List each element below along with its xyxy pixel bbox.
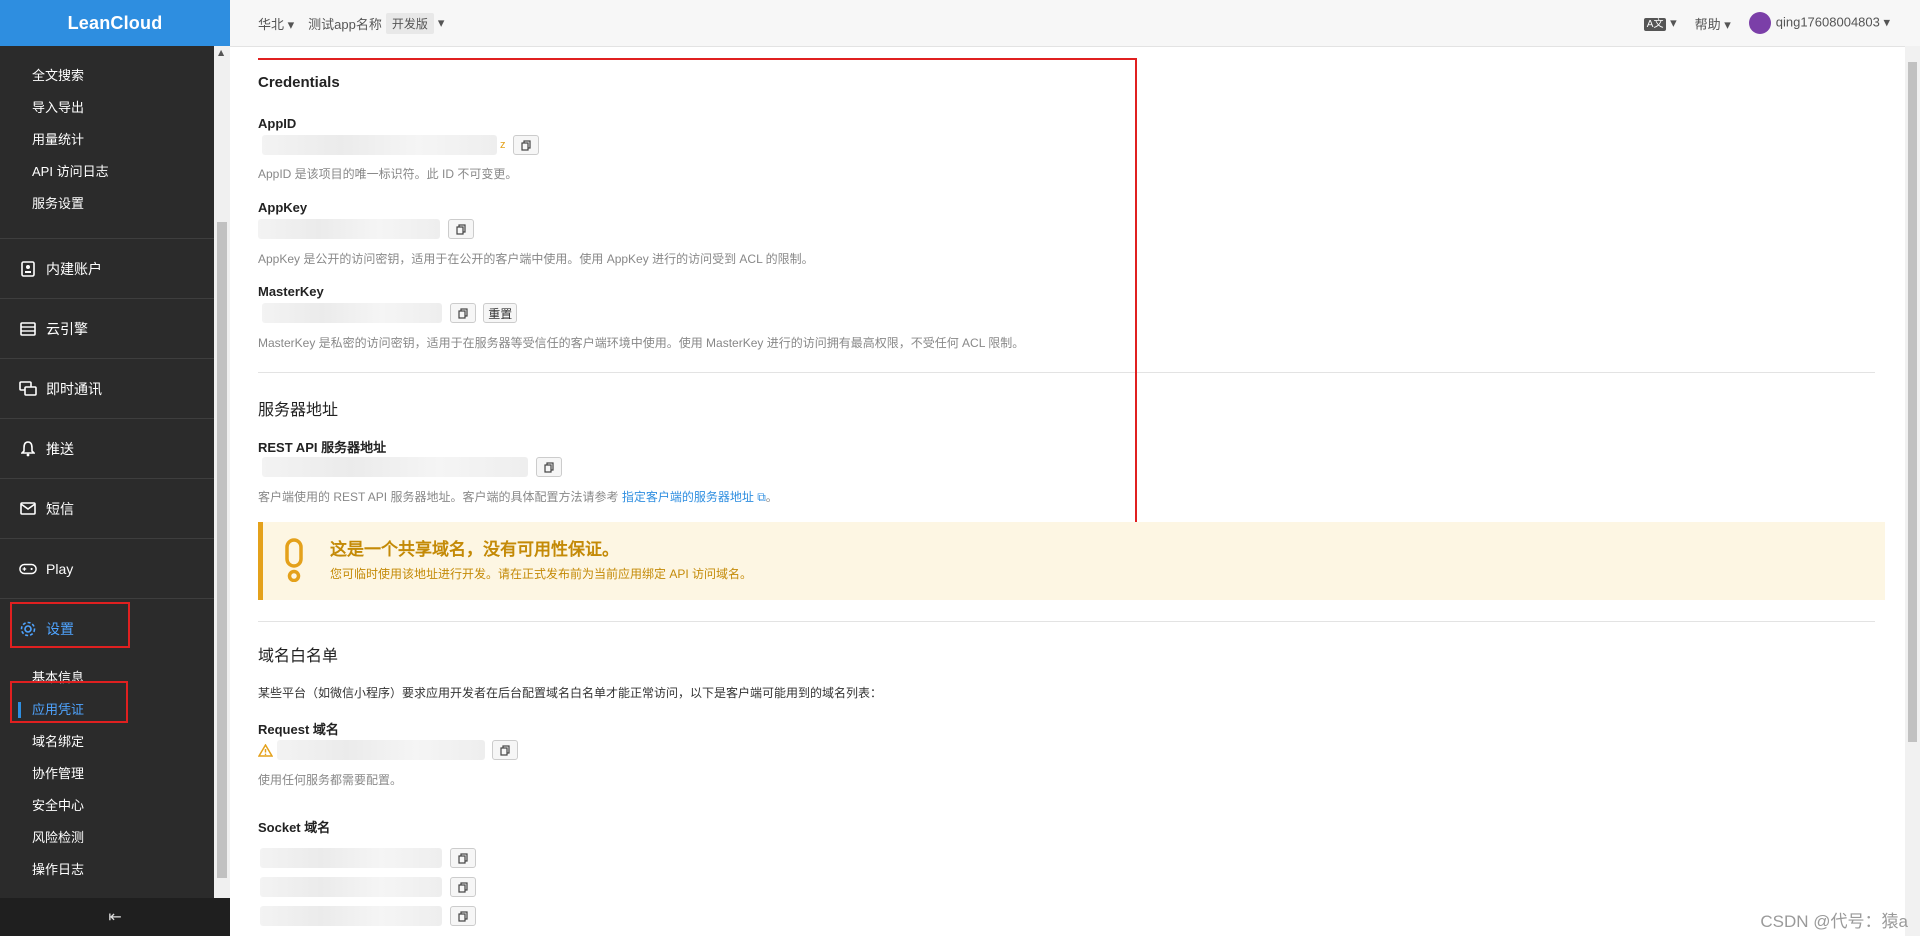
page-scroll-thumb[interactable] (1908, 62, 1917, 742)
region-selector[interactable]: 华北 ▾ (258, 14, 294, 33)
watermark: CSDN @代号：猿a (1760, 912, 1908, 931)
whitelist-desc: 某些平台（如微信小程序）要求应用开发者在后台配置域名白名单才能正常访问，以下是客… (258, 686, 883, 700)
section-label: 短信 (46, 500, 74, 517)
sidebar: LeanCloud 全文搜索 导入导出 用量统计 API 访问日志 服务设置 内… (0, 0, 230, 936)
sidebar-item-oplog[interactable]: 操作日志 (0, 854, 230, 886)
request-label: Request 域名 (258, 722, 339, 737)
bell-icon (19, 440, 37, 458)
copy-icon (458, 910, 468, 922)
user-menu[interactable]: qing17608004803 ▾ (1748, 12, 1890, 34)
copy-socket-button[interactable] (449, 848, 476, 868)
socket-domain-value[interactable] (260, 906, 442, 926)
socket-label: Socket 域名 (258, 820, 331, 835)
top-bar: 华北 ▾ 测试app名称 开发版 ▾ A文 ▾ 帮助 ▾ qing1760800… (230, 0, 1920, 47)
divider (258, 621, 1875, 622)
request-row (258, 740, 519, 760)
request-help: 使用任何服务都需要配置。 (258, 773, 403, 787)
whitelist-title: 域名白名单 (258, 648, 339, 665)
warning-banner: 这是一个共享域名，没有可用性保证。 您可临时使用该地址进行开发。请在正式发布前为… (258, 522, 1885, 600)
server-icon (19, 320, 37, 338)
highlight-box-credentials-panel (258, 58, 1137, 528)
help-menu[interactable]: 帮助 ▾ (1695, 14, 1731, 33)
content: Credentials AppID z AppID 是该项目的唯一标识符。此 I… (258, 46, 1920, 936)
app-logo[interactable]: LeanCloud (0, 0, 230, 46)
section-label: 推送 (46, 440, 74, 457)
sidebar-item-api-log[interactable]: API 访问日志 (0, 156, 230, 188)
collapse-sidebar-button[interactable]: ⇤ (0, 898, 230, 936)
sidebar-section-play[interactable]: Play (0, 538, 230, 598)
sidebar-nav: 全文搜索 导入导出 用量统计 API 访问日志 服务设置 内建账户 云引擎 即时… (0, 46, 230, 898)
clipped-item (0, 46, 230, 60)
copy-icon (500, 744, 510, 756)
copy-icon (458, 881, 468, 893)
help-label: 帮助 (1694, 16, 1721, 32)
section-label: 内建账户 (46, 260, 102, 277)
socket-domain-value[interactable] (260, 848, 442, 868)
sidebar-section-push[interactable]: 推送 (0, 418, 230, 478)
socket-row (260, 906, 476, 926)
app-switch-caret-icon[interactable]: ▾ (438, 15, 445, 31)
section-label: Play (46, 560, 74, 577)
sidebar-scroll-thumb[interactable] (217, 222, 227, 878)
socket-row (260, 877, 476, 897)
page-scrollbar[interactable] (1905, 46, 1920, 936)
section-label: 即时通讯 (46, 380, 102, 397)
socket-row (260, 848, 476, 868)
sidebar-section-sms[interactable]: 短信 (0, 478, 230, 538)
sidebar-section-accounts[interactable]: 内建账户 (0, 238, 230, 298)
copy-icon (458, 852, 468, 864)
avatar (1748, 12, 1771, 34)
sidebar-item-collaboration[interactable]: 协作管理 (0, 758, 230, 790)
env-tag: 开发版 (385, 12, 434, 34)
socket-domain-value[interactable] (260, 877, 442, 897)
warning-triangle-icon (258, 743, 274, 757)
region-label: 华北 (258, 16, 285, 32)
user-card-icon (19, 260, 37, 278)
mail-icon (19, 500, 37, 518)
main-area: 华北 ▾ 测试app名称 开发版 ▾ A文 ▾ 帮助 ▾ qing1760800… (230, 0, 1920, 936)
sidebar-item-import-export[interactable]: 导入导出 (0, 92, 230, 124)
warning-title: 这是一个共享域名，没有可用性保证。 (330, 540, 619, 559)
language-selector[interactable]: A文 ▾ (1643, 15, 1677, 31)
copy-request-button[interactable] (492, 740, 519, 760)
collapse-icon: ⇤ (108, 909, 122, 926)
section-label: 云引擎 (46, 320, 88, 337)
sidebar-item-usage[interactable]: 用量统计 (0, 124, 230, 156)
sidebar-item-search[interactable]: 全文搜索 (0, 60, 230, 92)
copy-socket-button[interactable] (449, 906, 476, 926)
highlight-box-settings (10, 602, 130, 648)
exclamation-icon (283, 538, 305, 585)
app-name[interactable]: 测试app名称 (308, 14, 382, 33)
highlight-box-credentials (10, 681, 128, 723)
top-right: A文 ▾ 帮助 ▾ qing17608004803 ▾ (1643, 12, 1920, 34)
sidebar-scrollbar[interactable]: ▲ (214, 46, 230, 898)
scroll-up-icon[interactable]: ▲ (218, 48, 224, 57)
username: qing17608004803 (1775, 14, 1880, 30)
chat-icon (19, 380, 37, 398)
copy-socket-button[interactable] (449, 877, 476, 897)
gamepad-icon (19, 560, 37, 578)
language-icon: A文 (1643, 18, 1667, 31)
warning-text: 您可临时使用该地址进行开发。请在正式发布前为当前应用绑定 API 访问域名。 (330, 567, 753, 581)
sidebar-item-security[interactable]: 安全中心 (0, 790, 230, 822)
request-domain-value[interactable] (276, 740, 485, 760)
sidebar-item-domain-binding[interactable]: 域名绑定 (0, 726, 230, 758)
sidebar-section-im[interactable]: 即时通讯 (0, 358, 230, 418)
sidebar-section-engine[interactable]: 云引擎 (0, 298, 230, 358)
sidebar-item-service-settings[interactable]: 服务设置 (0, 188, 230, 220)
sidebar-item-risk[interactable]: 风险检测 (0, 822, 230, 854)
